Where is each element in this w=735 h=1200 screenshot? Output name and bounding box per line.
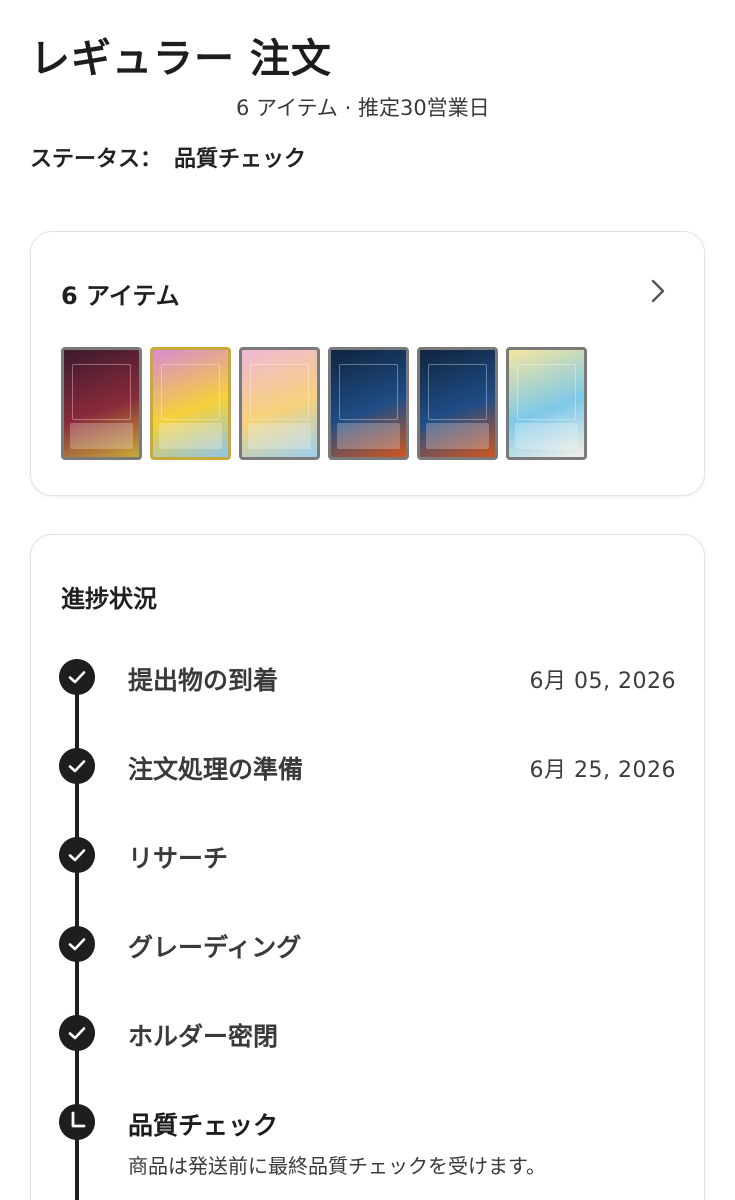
card-thumbnail[interactable]	[150, 347, 231, 460]
items-card[interactable]: 6 アイテム	[30, 231, 705, 496]
step-label: 注文処理の準備	[128, 755, 304, 784]
item-thumbnails	[61, 347, 587, 460]
check-icon	[59, 837, 95, 873]
step-label: 品質チェック	[128, 1111, 279, 1140]
check-icon	[59, 1015, 95, 1051]
order-detail-page: レギュラー 注文 6 アイテム · 推定30営業日 ステータス： 品質チェック 6…	[0, 0, 735, 1200]
step-date: 6月 05, 2026	[529, 669, 676, 694]
check-icon	[59, 748, 95, 784]
step-label: 提出物の到着	[128, 666, 279, 695]
progress-card: 進捗状況 提出物の到着 6月 05, 2026 注文処理の準備 6月 25, 2…	[30, 534, 705, 1200]
step-label: ホルダー密閉	[128, 1022, 279, 1051]
timeline-step-current: 品質チェック 商品は発送前に最終品質チェックを受けます。	[31, 1104, 706, 1194]
progress-title: 進捗状況	[61, 585, 157, 613]
timeline-step: 注文処理の準備 6月 25, 2026	[31, 748, 706, 798]
items-card-title: 6 アイテム	[61, 282, 180, 310]
card-thumbnail[interactable]	[506, 347, 587, 460]
chevron-right-icon[interactable]	[648, 278, 668, 304]
timeline-step: グレーディング	[31, 926, 706, 976]
card-thumbnail[interactable]	[417, 347, 498, 460]
check-icon	[59, 926, 95, 962]
card-thumbnail[interactable]	[328, 347, 409, 460]
card-thumbnail[interactable]	[61, 347, 142, 460]
clock-icon	[59, 1104, 95, 1140]
timeline-step: ホルダー密閉	[31, 1015, 706, 1065]
check-icon	[59, 659, 95, 695]
step-label: グレーディング	[128, 933, 302, 962]
step-date: 6月 25, 2026	[529, 758, 676, 783]
page-title: レギュラー 注文	[30, 36, 332, 82]
order-meta: 6 アイテム · 推定30営業日	[236, 96, 490, 120]
status-value: 品質チェック	[174, 147, 307, 172]
status-label: ステータス：	[30, 147, 163, 172]
card-thumbnail[interactable]	[239, 347, 320, 460]
timeline-step: 提出物の到着 6月 05, 2026	[31, 659, 706, 709]
timeline-step: リサーチ	[31, 837, 706, 887]
step-description: 商品は発送前に最終品質チェックを受けます。	[128, 1154, 546, 1178]
order-status: ステータス： 品質チェック	[30, 141, 306, 173]
step-label: リサーチ	[128, 844, 229, 873]
